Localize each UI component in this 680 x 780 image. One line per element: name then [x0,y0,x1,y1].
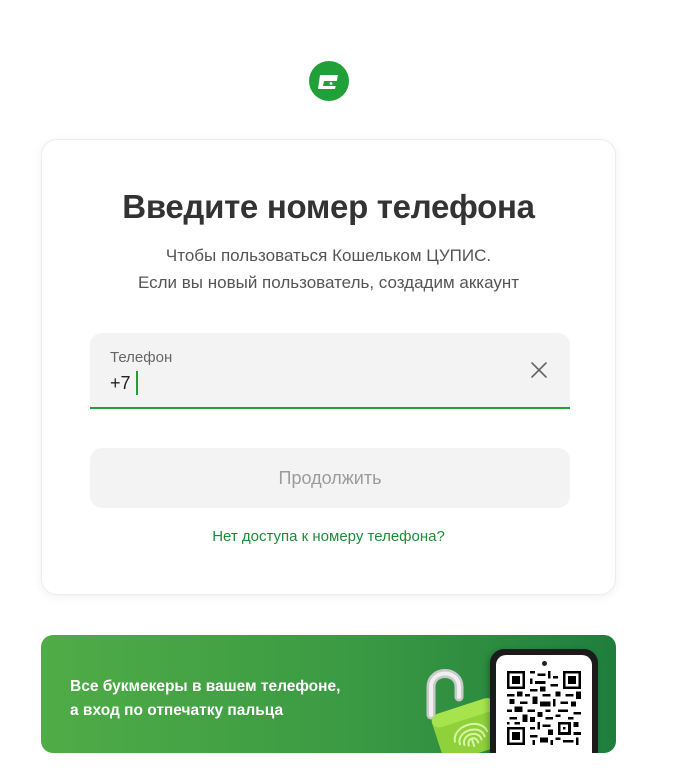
phone-field[interactable]: Телефон +7 [90,333,570,409]
subtitle-line-2: Если вы новый пользователь, создадим акк… [137,273,520,292]
phone-field-label: Телефон [110,349,173,366]
promo-banner[interactable]: Все букмекеры в вашем телефоне, а вход п… [41,635,616,753]
phone-camera [541,661,547,666]
continue-button[interactable]: Продолжить [90,448,570,508]
banner-line-2: а вход по отпечатку пальца [70,702,284,719]
page-title: Введите номер телефона [122,188,535,225]
banner-text: Все букмекеры в вашем телефоне, а вход п… [70,675,340,723]
banner-line-1: Все букмекеры в вашем телефоне, [70,678,341,695]
phone-mockup [490,649,598,753]
text-caret [136,371,138,395]
phone-screen [496,655,592,753]
no-phone-access-link[interactable]: Нет доступа к номеру телефона? [42,528,615,545]
wallet-logo-icon [309,61,349,101]
phone-input[interactable]: +7 [110,373,131,394]
login-card: Введите номер телефона Чтобы пользоватьс… [41,139,616,595]
qr-code-icon[interactable] [507,671,581,745]
subtitle-line-1: Чтобы пользоваться Кошельком ЦУПИС. [165,246,492,265]
close-icon[interactable] [530,361,548,379]
